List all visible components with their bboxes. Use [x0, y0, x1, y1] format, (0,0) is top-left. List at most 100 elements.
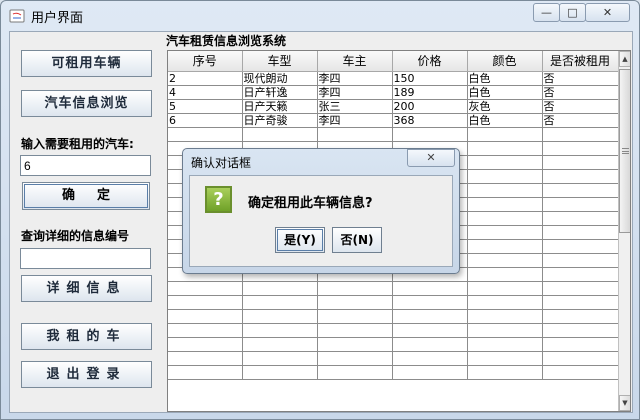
table-row[interactable]: 6 日产奇骏 李四 368 白色否 — [168, 113, 619, 128]
table-cell[interactable] — [242, 309, 318, 324]
table-cell[interactable]: 李四 — [317, 113, 393, 128]
empty-table-row[interactable] — [168, 127, 619, 142]
table-cell[interactable] — [467, 337, 543, 352]
table-cell[interactable] — [467, 323, 543, 338]
table-cell[interactable] — [467, 239, 543, 254]
table-cell[interactable] — [467, 351, 543, 366]
table-cell[interactable] — [542, 127, 619, 142]
table-cell[interactable] — [542, 239, 619, 254]
scroll-up-icon[interactable]: ▲ — [619, 51, 630, 67]
available-cars-button[interactable]: 可租用车辆 — [21, 50, 152, 77]
table-cell[interactable] — [168, 281, 243, 296]
table-cell[interactable] — [542, 267, 619, 282]
table-cell[interactable] — [467, 253, 543, 268]
table-cell[interactable] — [542, 141, 619, 156]
empty-table-row[interactable] — [168, 309, 619, 324]
empty-table-row[interactable] — [168, 323, 619, 338]
empty-table-row[interactable] — [168, 351, 619, 366]
column-header[interactable]: 价格 — [392, 51, 468, 72]
table-cell[interactable] — [168, 127, 243, 142]
table-cell[interactable] — [467, 141, 543, 156]
logout-button[interactable]: 退出登录 — [21, 361, 152, 388]
empty-table-row[interactable] — [168, 281, 619, 296]
table-cell[interactable]: 日产奇骏 — [242, 113, 318, 128]
table-cell[interactable] — [392, 323, 468, 338]
table-cell[interactable] — [392, 295, 468, 310]
table-cell[interactable] — [392, 351, 468, 366]
confirm-button[interactable]: 确定 — [22, 182, 150, 210]
table-cell[interactable]: 否 — [542, 71, 619, 86]
column-header[interactable]: 序号 — [168, 51, 243, 72]
table-cell[interactable] — [542, 211, 619, 226]
table-cell[interactable] — [317, 365, 393, 380]
table-cell[interactable] — [542, 183, 619, 198]
table-cell[interactable] — [542, 169, 619, 184]
column-header[interactable]: 车主 — [317, 51, 393, 72]
table-cell[interactable]: 白色 — [467, 71, 543, 86]
table-cell[interactable]: 否 — [542, 85, 619, 100]
table-cell[interactable] — [467, 281, 543, 296]
table-cell[interactable]: 否 — [542, 113, 619, 128]
table-cell[interactable]: 灰色 — [467, 99, 543, 114]
table-cell[interactable]: 现代朗动 — [242, 71, 318, 86]
scroll-thumb[interactable] — [619, 69, 630, 233]
table-cell[interactable] — [168, 295, 243, 310]
table-row[interactable]: 4 日产轩逸 李四 189 白色否 — [168, 85, 619, 100]
table-cell[interactable] — [242, 295, 318, 310]
table-cell[interactable]: 150 — [392, 71, 468, 86]
table-cell[interactable]: 6 — [168, 113, 243, 128]
table-cell[interactable] — [542, 155, 619, 170]
table-cell[interactable] — [467, 183, 543, 198]
table-cell[interactable] — [542, 351, 619, 366]
table-cell[interactable] — [467, 295, 543, 310]
table-cell[interactable] — [542, 309, 619, 324]
table-row[interactable]: 2 现代朗动 李四 150 白色否 — [168, 71, 619, 86]
table-cell[interactable]: 5 — [168, 99, 243, 114]
table-cell[interactable] — [317, 351, 393, 366]
table-cell[interactable] — [392, 365, 468, 380]
table-cell[interactable] — [242, 323, 318, 338]
table-cell[interactable] — [317, 323, 393, 338]
table-cell[interactable] — [242, 281, 318, 296]
table-cell[interactable]: 白色 — [467, 85, 543, 100]
table-cell[interactable]: 日产轩逸 — [242, 85, 318, 100]
maximize-button[interactable]: □ — [559, 3, 586, 22]
my-rented-cars-button[interactable]: 我租的车 — [21, 323, 152, 350]
column-header[interactable]: 车型 — [242, 51, 318, 72]
table-cell[interactable] — [168, 309, 243, 324]
dialog-close-button[interactable]: ✕ — [407, 149, 455, 167]
table-cell[interactable] — [317, 337, 393, 352]
table-cell[interactable] — [317, 295, 393, 310]
empty-table-row[interactable] — [168, 337, 619, 352]
table-cell[interactable] — [542, 323, 619, 338]
title-bar[interactable]: 用户界面 — □ ✕ — [1, 1, 639, 31]
table-cell[interactable]: 368 — [392, 113, 468, 128]
table-cell[interactable] — [542, 225, 619, 240]
empty-table-row[interactable] — [168, 295, 619, 310]
table-cell[interactable]: 否 — [542, 99, 619, 114]
table-cell[interactable] — [542, 281, 619, 296]
vertical-scrollbar[interactable]: ▲ ▼ — [618, 51, 630, 411]
no-button[interactable]: 否(N) — [332, 227, 382, 253]
table-cell[interactable] — [242, 337, 318, 352]
car-info-browse-button[interactable]: 汽车信息浏览 — [21, 90, 152, 117]
table-cell[interactable] — [467, 155, 543, 170]
minimize-button[interactable]: — — [533, 3, 560, 22]
table-cell[interactable] — [392, 281, 468, 296]
table-cell[interactable] — [242, 127, 318, 142]
table-cell[interactable] — [168, 323, 243, 338]
table-cell[interactable]: 张三 — [317, 99, 393, 114]
table-cell[interactable] — [542, 253, 619, 268]
table-cell[interactable] — [467, 225, 543, 240]
column-header[interactable]: 颜色 — [467, 51, 543, 72]
table-cell[interactable]: 189 — [392, 85, 468, 100]
table-cell[interactable] — [242, 365, 318, 380]
table-cell[interactable] — [392, 337, 468, 352]
column-header[interactable]: 是否被租用 — [542, 51, 619, 72]
table-cell[interactable] — [317, 281, 393, 296]
query-id-input[interactable] — [20, 248, 151, 269]
table-row[interactable]: 5 日产天籁 张三 200 灰色否 — [168, 99, 619, 114]
table-cell[interactable] — [168, 337, 243, 352]
table-cell[interactable]: 200 — [392, 99, 468, 114]
table-cell[interactable]: 白色 — [467, 113, 543, 128]
